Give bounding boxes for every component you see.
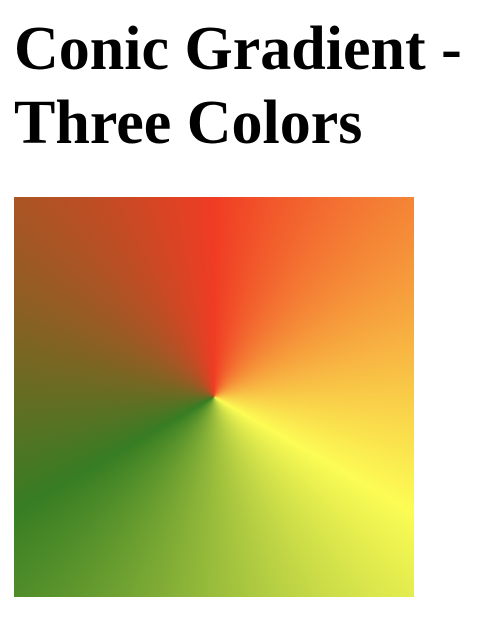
page: Conic Gradient - Three Colors — [0, 0, 502, 619]
page-title: Conic Gradient - Three Colors — [14, 15, 462, 157]
conic-gradient-swatch — [14, 197, 414, 597]
